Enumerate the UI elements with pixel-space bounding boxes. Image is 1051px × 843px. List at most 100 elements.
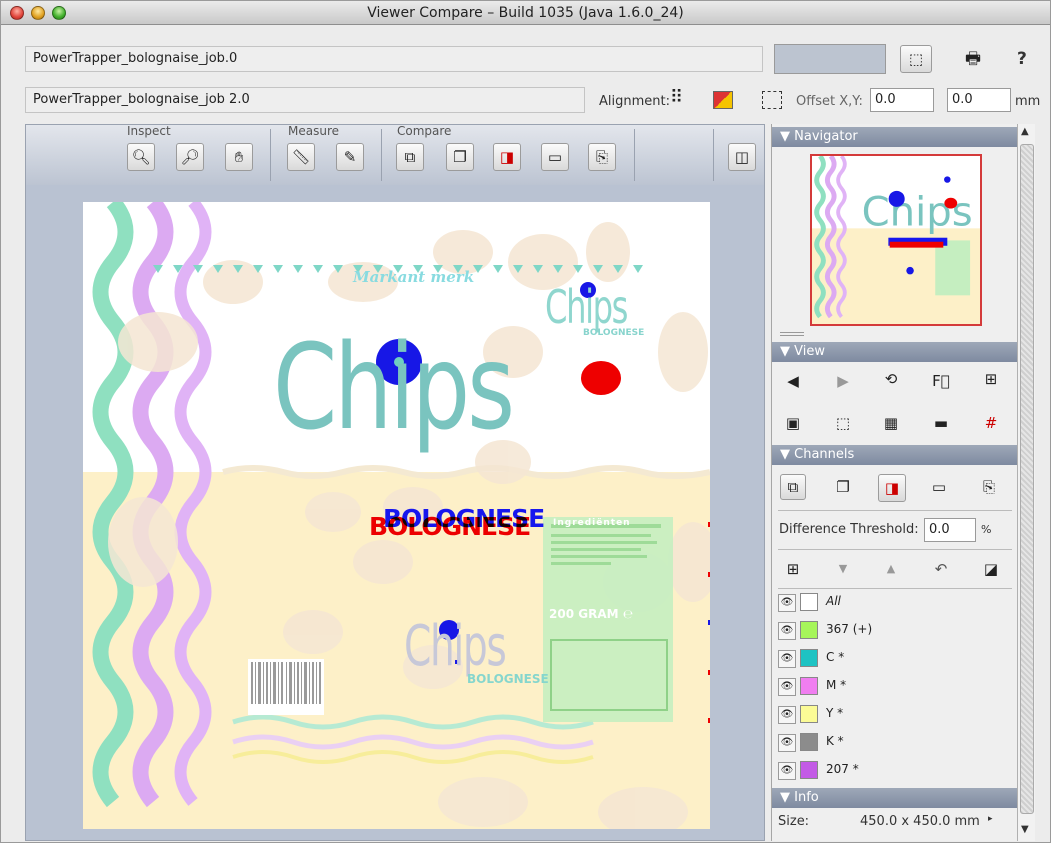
channel-mode-2-button[interactable]: ❐ [830,474,856,500]
compare-canvas[interactable]: Inspect Measure Compare 🔍︎ 🔎︎ ✋︎ 📏︎ ✎ ⧉ … [25,124,765,841]
offset-x-input[interactable]: 0.0 [870,88,934,112]
channel-mode-1-button[interactable]: ⧉ [780,474,806,500]
move-up-icon[interactable]: ▲ [878,562,904,575]
undo-icon[interactable]: ↶ [928,560,954,578]
channel-difference-button[interactable]: ◨ [878,474,906,502]
file1-field[interactable]: PowerTrapper_bolognaise_job.0 [25,46,763,72]
ruler-button[interactable]: 📏︎ [287,143,315,171]
compare-blink-button[interactable]: ⎘ [588,143,616,171]
scroll-down-icon[interactable]: ▼ [1021,824,1029,835]
minimize-window-button[interactable] [31,6,45,20]
eye-icon[interactable]: 👁︎ [778,622,796,640]
view-label: View [794,344,825,359]
move-down-icon[interactable]: ▼ [830,562,856,575]
close-window-button[interactable] [10,6,24,20]
separations-icon[interactable]: ▦ [878,414,904,432]
channel-swatch [800,593,818,611]
text-info-icon[interactable]: ⊞ [978,370,1004,388]
help-button[interactable]: ? [1017,49,1027,69]
compare-difference-button[interactable]: ◨ [493,143,521,171]
channel-label: All [826,594,841,608]
overlay-text-red: BOLOGNESE [369,512,531,541]
info-header[interactable]: ▼ Info [772,788,1018,808]
chips-logo-bottom: Chips [404,614,507,679]
document-preview[interactable]: Markant merk Chips Chips BOLOGNESE Chips… [83,202,710,829]
zoom-in-button[interactable]: 🔍︎ [127,143,155,171]
eye-icon[interactable]: 👁︎ [778,678,796,696]
densitometer-button[interactable]: ✎ [336,143,364,171]
fit-page-icon[interactable]: ▣ [780,414,806,432]
unit-label: mm [1015,94,1041,109]
channel-row[interactable]: 👁︎ 207 * [778,760,1014,782]
crop-view-icon[interactable]: ⬚ [830,414,856,432]
compare-group-label: Compare [397,124,452,138]
channel-label: C * [826,650,845,664]
ruler-icon: 📏︎ [291,147,311,166]
eye-icon[interactable]: 👁︎ [778,650,796,668]
zoom-window-button[interactable] [52,6,66,20]
table-icon[interactable]: ⊞ [780,560,806,578]
channel-blink-button[interactable]: ⎘ [976,474,1002,500]
compare-mode-1-button[interactable]: ⧉ [396,143,424,171]
file2-field[interactable]: PowerTrapper_bolognaise_job 2.0 [25,87,585,113]
zoom-out-icon: 🔎︎ [180,147,200,166]
eye-icon[interactable]: 👁︎ [778,762,796,780]
channel-row[interactable]: 👁︎ M * [778,676,1014,698]
window-title: Viewer Compare – Build 1035 (Java 1.6.0_… [367,5,684,21]
resize-handle[interactable] [780,332,804,336]
alignment-grid-icon[interactable]: ⠿ [670,89,683,107]
eye-icon[interactable]: 👁︎ [778,706,796,724]
contrast-icon[interactable]: ◪ [978,560,1004,578]
eye-icon[interactable]: 👁︎ [778,734,796,752]
pan-button[interactable]: ✋︎ [225,143,253,171]
offset-y-input[interactable]: 0.0 [947,88,1011,112]
channel-row[interactable]: 👁︎ All [778,592,1014,614]
view-header[interactable]: ▼ View [772,342,1018,362]
scroll-thumb[interactable] [1020,144,1034,814]
expand-icon[interactable]: ▸ [988,814,993,824]
window-icon: ⬚ [908,49,924,68]
side-panel-scrollbar[interactable]: ▲ ▼ [1017,124,1035,841]
eyedropper-icon: ✎ [343,147,357,166]
next-icon[interactable]: ▶ [830,372,856,390]
channel-side-button[interactable]: ▭ [926,474,952,500]
print-view-icon[interactable]: ▬ [928,414,954,432]
channel-swatch [800,733,818,751]
channel-row[interactable]: 👁︎ C * [778,648,1014,670]
side-panel-icon: ◫ [734,147,750,166]
channels-label: Channels [794,447,855,462]
compare-side-by-side-button[interactable]: ▭ [541,143,569,171]
channels-header[interactable]: ▼ Channels [772,445,1018,465]
side-by-side-icon: ▭ [547,147,563,166]
threshold-input[interactable]: 0.0 [924,518,976,542]
scroll-up-icon[interactable]: ▲ [1021,126,1029,137]
previous-icon[interactable]: ◀ [780,372,806,390]
brand-logo: Markant merk [353,268,475,286]
size-value: 450.0 x 450.0 mm [860,814,980,829]
threshold-unit: % [981,523,992,536]
navigator-thumb-svg: Chips [812,156,980,324]
overlay-color-icon[interactable] [713,91,733,109]
grid-icon[interactable]: # [978,414,1004,432]
crop-icon[interactable] [762,91,782,109]
channel-swatch [800,705,818,723]
eye-icon[interactable]: 👁︎ [778,594,796,612]
navigator-header[interactable]: ▼ Navigator [772,127,1018,147]
hand-icon: ✋︎ [234,147,244,166]
zoom-in-icon: 🔍︎ [131,147,151,166]
flip-icon[interactable]: F⃒ [928,372,954,390]
channel-row[interactable]: 👁︎ K * [778,732,1014,754]
toggle-panel-button[interactable]: ◫ [728,143,756,171]
rotate-icon[interactable]: ⟲ [878,370,904,388]
channel-row[interactable]: 👁︎ 367 (+) [778,620,1014,642]
zoom-out-button[interactable]: 🔎︎ [176,143,204,171]
compare-mode-2-button[interactable]: ❐ [446,143,474,171]
color-swatch-button[interactable] [774,44,886,74]
offset-label: Offset X,Y: [796,94,863,109]
channel-row[interactable]: 👁︎ Y * [778,704,1014,726]
navigator-thumbnail[interactable]: Chips [810,154,982,326]
window-toggle-button[interactable]: ⬚ [900,45,932,73]
alignment-label: Alignment: [599,94,670,109]
print-icon[interactable]: 🖶 [965,51,981,68]
layers-icon: ⧉ [787,477,799,496]
